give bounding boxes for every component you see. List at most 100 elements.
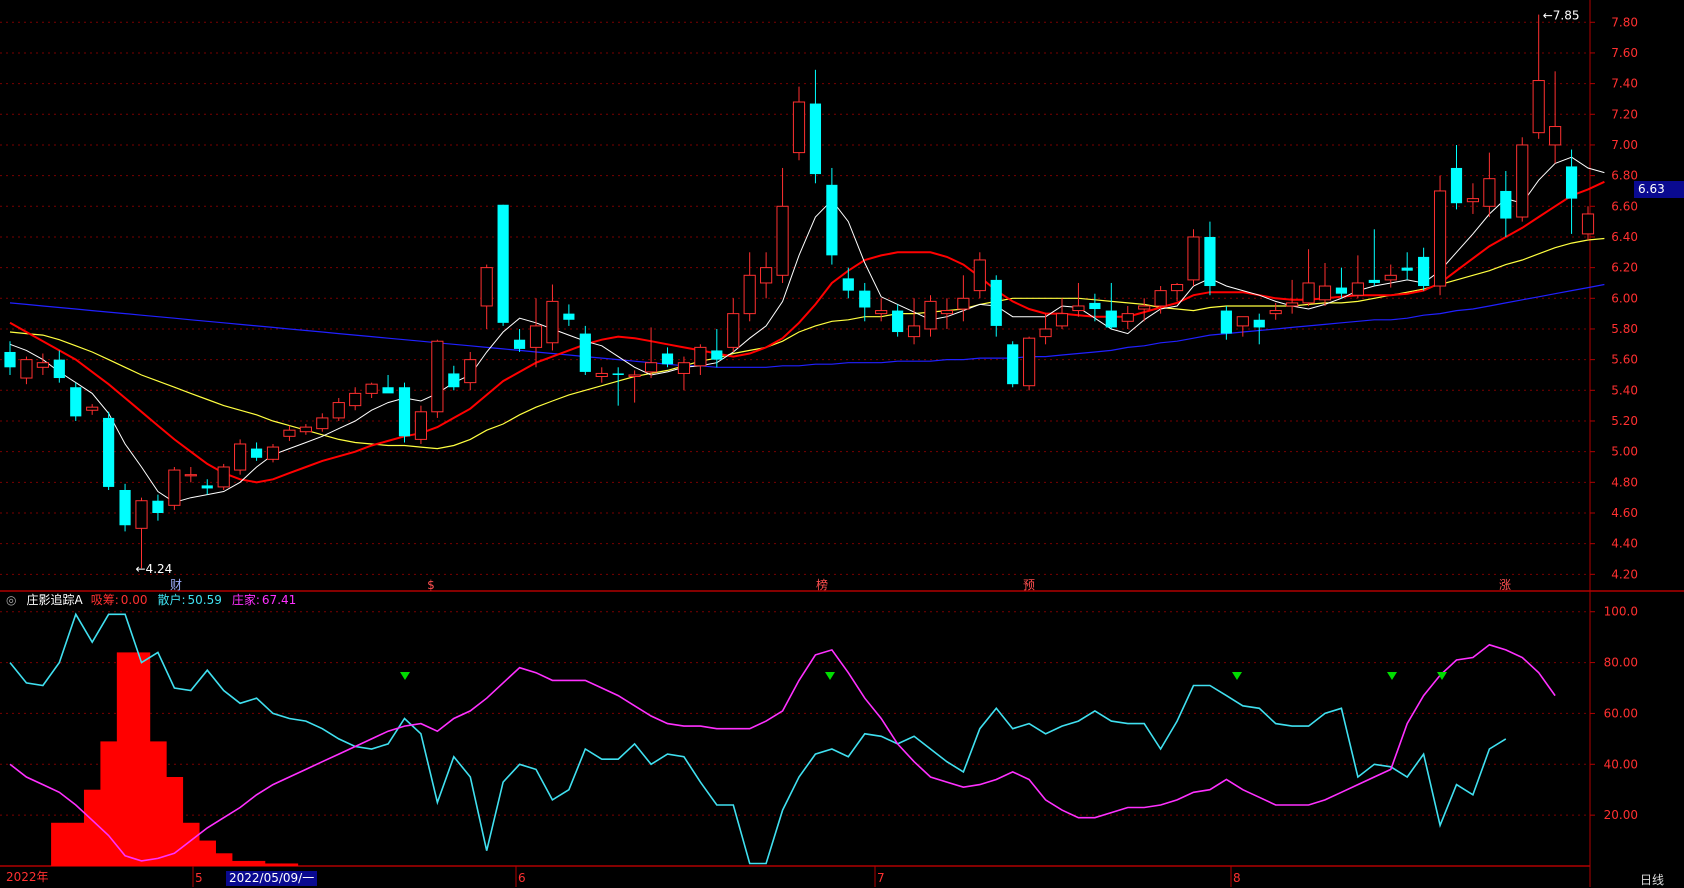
candle-body	[382, 387, 394, 394]
candle-body	[1220, 310, 1232, 334]
candle	[1500, 171, 1512, 237]
ma5-line	[9, 156, 1605, 503]
price-tick-label: 5.60	[1611, 353, 1638, 367]
candle	[135, 497, 148, 569]
price-tick-label: 4.60	[1611, 506, 1638, 520]
candle-body	[1532, 80, 1545, 134]
price-tick-label: 6.40	[1611, 230, 1638, 244]
candle-body	[448, 373, 460, 388]
indicator-tick-label: 80.00	[1604, 656, 1638, 670]
candle	[612, 367, 624, 406]
sanhu-value: 50.59	[187, 593, 222, 607]
candle	[677, 356, 691, 391]
xichou-bar	[149, 741, 167, 866]
candle	[760, 252, 773, 299]
zhuangjia-line	[9, 643, 1556, 862]
candle-body	[859, 290, 871, 308]
max-price-label: ←7.85	[1543, 9, 1580, 23]
period-selector[interactable]: 日线	[1640, 871, 1664, 888]
xichou-bar	[51, 822, 69, 866]
candle-body	[1007, 344, 1019, 385]
ma10-line	[9, 180, 1605, 484]
candle	[1368, 229, 1380, 287]
candle	[1072, 282, 1085, 317]
candle	[382, 374, 394, 394]
candle-body	[1335, 287, 1348, 294]
price-tick-label: 5.00	[1611, 445, 1638, 459]
candle	[859, 282, 871, 322]
candle-body	[266, 446, 280, 460]
candle-body	[809, 103, 822, 175]
candle-body	[1433, 190, 1447, 287]
price-tick-label: 5.40	[1611, 383, 1638, 397]
candle	[1483, 152, 1496, 218]
candle-body	[86, 406, 99, 411]
candle-body	[1170, 283, 1184, 292]
price-tick-label: 5.80	[1611, 322, 1638, 336]
candle	[4, 341, 16, 375]
candle	[152, 494, 164, 521]
candle	[595, 367, 608, 383]
candle-body	[168, 469, 181, 506]
candle	[398, 382, 411, 443]
event-marker-4: 涨	[1499, 577, 1511, 592]
candle	[201, 479, 213, 495]
ma20-line	[9, 237, 1605, 450]
candle	[809, 69, 822, 184]
candle	[365, 382, 378, 398]
candle-body	[1581, 213, 1595, 235]
candle	[711, 328, 723, 368]
candle-body	[1401, 267, 1413, 271]
stock-chart[interactable]: 7.807.607.407.207.006.806.606.406.206.00…	[0, 0, 1684, 887]
candle	[1170, 282, 1184, 302]
sanhu-label: 散户:	[157, 593, 186, 607]
candle	[694, 344, 707, 375]
candle-body	[1368, 279, 1380, 283]
candle-body	[414, 411, 428, 440]
candle	[184, 466, 197, 483]
price-tick-label: 7.20	[1611, 107, 1638, 121]
candle	[924, 295, 937, 337]
candle	[1549, 71, 1562, 164]
candle	[1335, 267, 1348, 299]
settings-icon[interactable]: ◎	[6, 593, 16, 607]
candle-body	[480, 267, 493, 307]
candle-body	[1253, 319, 1265, 328]
candle	[727, 298, 740, 352]
candle-body	[892, 310, 904, 333]
candle-body	[103, 417, 115, 487]
candle-body	[743, 274, 756, 315]
xichou-bar	[199, 840, 216, 866]
indicator-tick-label: 100.0	[1604, 605, 1638, 619]
candle-body	[826, 184, 838, 256]
candle-body	[250, 448, 263, 458]
candle	[448, 365, 460, 391]
candle-body	[677, 362, 691, 374]
candle-body	[1351, 282, 1364, 296]
candle-body	[957, 297, 970, 310]
candle	[973, 252, 986, 299]
candle-body	[497, 204, 509, 323]
candle-body	[53, 359, 65, 379]
candle-body	[924, 300, 937, 330]
candle-body	[36, 362, 49, 368]
candle-body	[119, 489, 131, 526]
candle	[299, 424, 312, 435]
candle-body	[595, 372, 608, 378]
candle	[1565, 149, 1578, 234]
candle-body	[1055, 313, 1069, 327]
min-price-label: ←4.24	[136, 562, 173, 576]
candle	[464, 351, 477, 391]
candle	[842, 267, 854, 299]
zhuangjia-label: 庄家:	[231, 593, 260, 607]
price-tick-label: 7.80	[1611, 15, 1638, 29]
candle-body	[464, 359, 477, 384]
candle-body	[1023, 337, 1036, 387]
candle	[1466, 183, 1480, 214]
candle-body	[1204, 236, 1216, 287]
candle-body	[398, 387, 411, 437]
candle-body	[579, 333, 591, 372]
candle-body	[792, 101, 806, 154]
candle	[579, 325, 591, 375]
candle	[792, 86, 806, 161]
